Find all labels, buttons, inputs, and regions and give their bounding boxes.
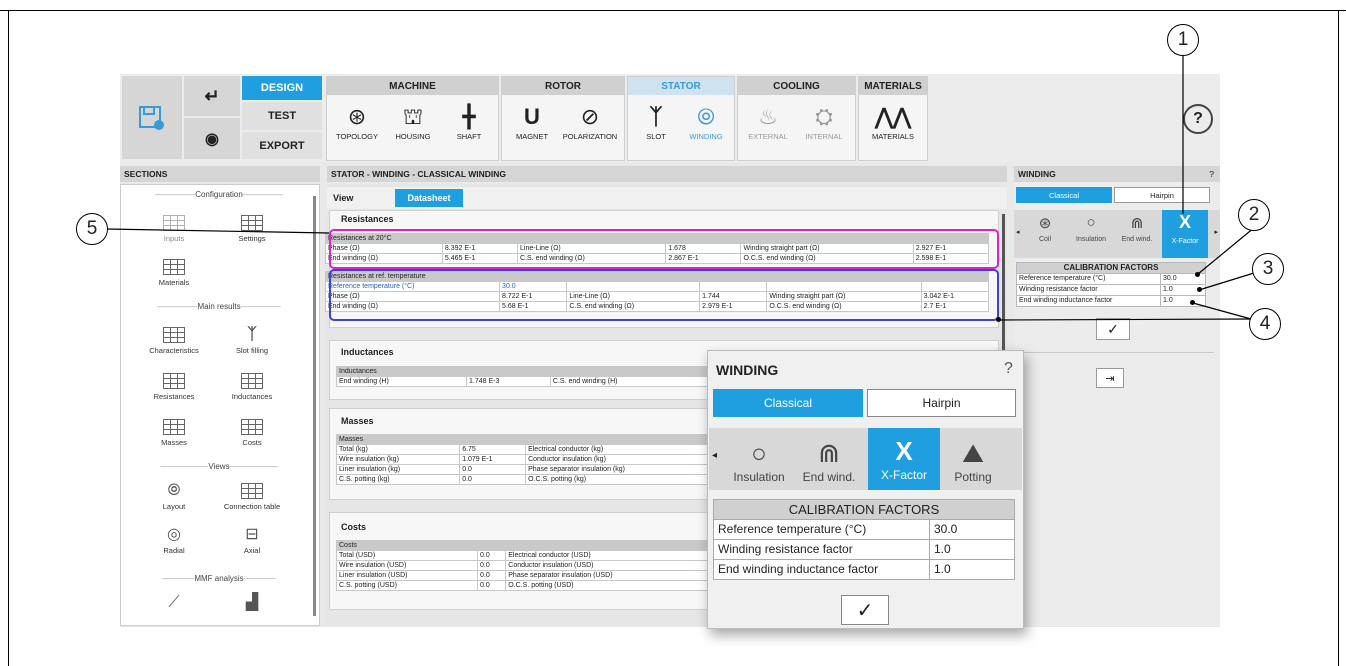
callout-1: 1	[1167, 24, 1199, 56]
callout-2: 2	[1238, 199, 1270, 231]
callout-4: 4	[1249, 308, 1281, 340]
callout-5: 5	[76, 213, 108, 245]
callout-3: 3	[1252, 253, 1284, 285]
callout-leader-lines	[105, 56, 1256, 321]
